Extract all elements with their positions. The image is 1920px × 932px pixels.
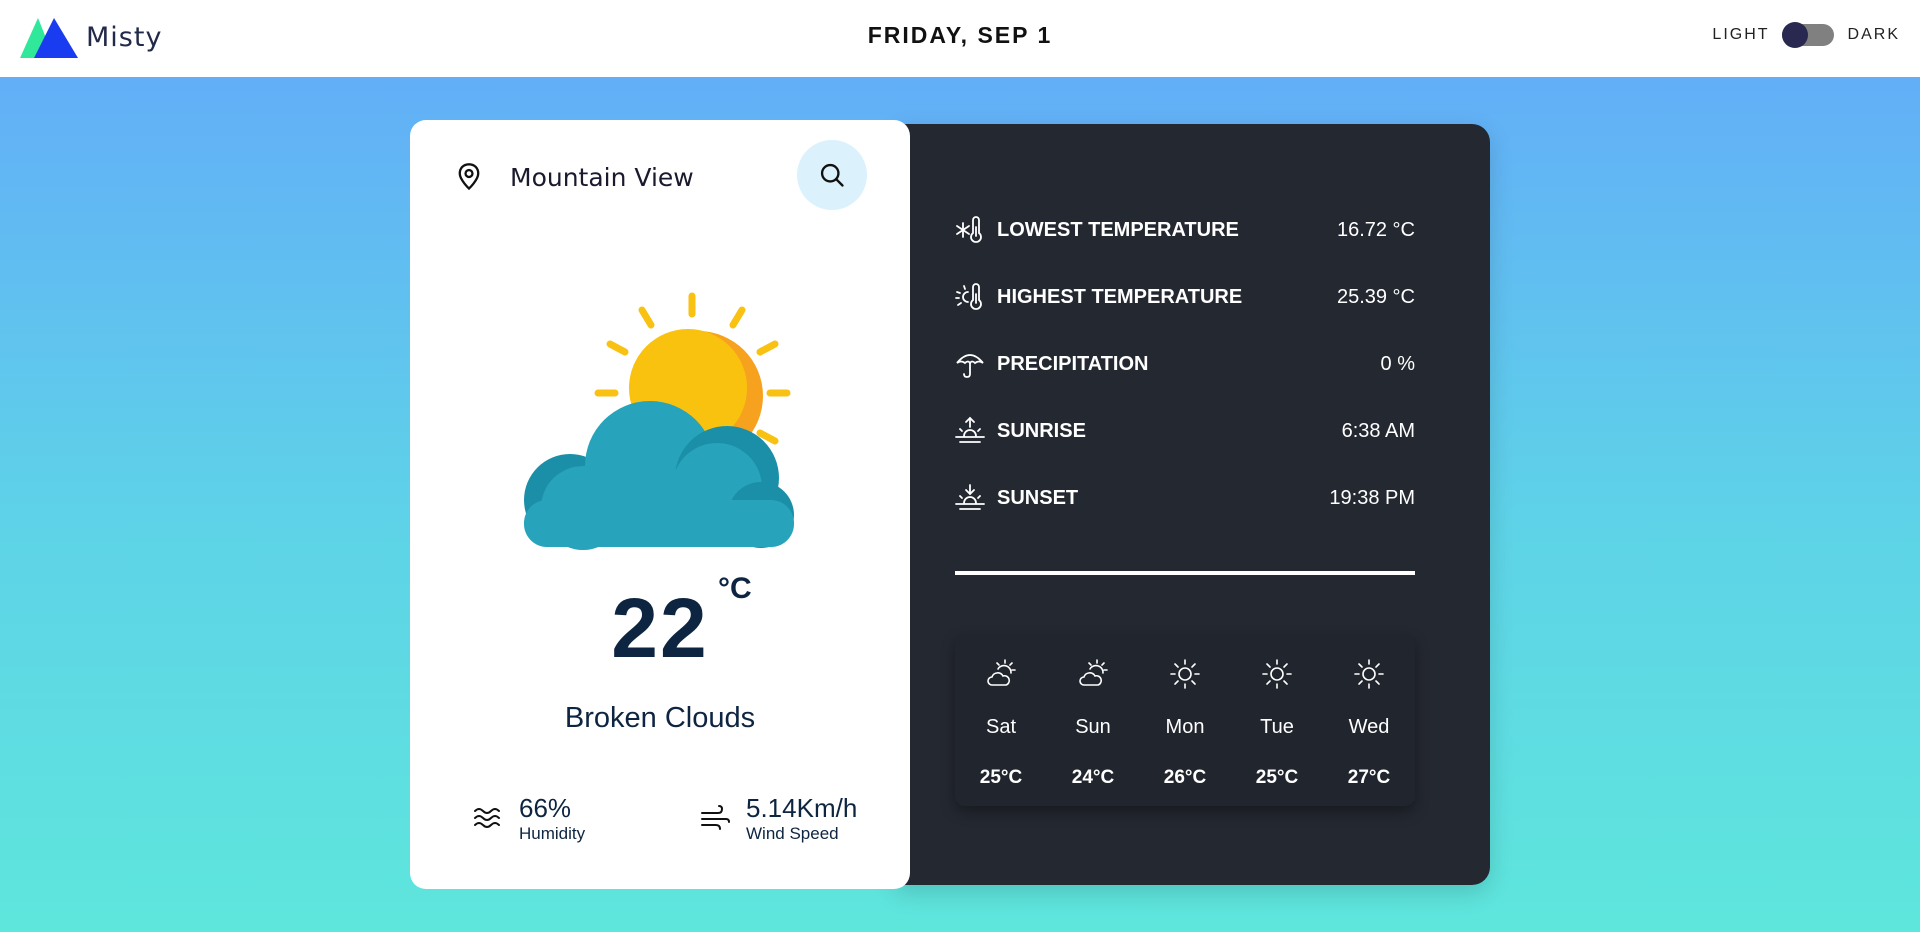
detail-row-sunrise: SUNRISE 6:38 AM bbox=[955, 411, 1415, 451]
forecast-day-name: Sun bbox=[1075, 716, 1111, 738]
detail-row-lowest-temp: LOWEST TEMPERATURE 16.72 °C bbox=[955, 210, 1415, 250]
search-input[interactable] bbox=[510, 158, 810, 196]
theme-dark-label: DARK bbox=[1847, 26, 1900, 43]
forecast-day: Wed 27°C bbox=[1323, 634, 1415, 806]
detail-row-sunset: SUNSET 19:38 PM bbox=[955, 478, 1415, 518]
current-weather-card: 22 °C Broken Clouds 66% Humidity 5.14Km/… bbox=[410, 120, 910, 889]
forecast-strip: Sat 25°C Sun 24°C Mon 26°C Tue 25°C Wed … bbox=[955, 634, 1415, 806]
forecast-day: Sun 24°C bbox=[1047, 634, 1139, 806]
top-bar: Misty FRIDAY, SEP 1 LIGHT DARK bbox=[0, 0, 1920, 77]
map-pin-icon bbox=[458, 163, 480, 191]
cloud-sun-icon bbox=[1079, 659, 1108, 686]
sun-icon bbox=[1354, 659, 1384, 689]
forecast-day-name: Mon bbox=[1165, 716, 1205, 738]
detail-label: SUNRISE bbox=[997, 419, 1086, 442]
sunset-icon bbox=[955, 484, 985, 510]
wind-stat: 5.14Km/h Wind Speed bbox=[700, 793, 857, 845]
detail-row-highest-temp: HIGHEST TEMPERATURE 25.39 °C bbox=[955, 277, 1415, 317]
search-bar bbox=[455, 140, 875, 210]
theme-toggle[interactable] bbox=[1781, 22, 1834, 48]
forecast-day: Tue 25°C bbox=[1231, 634, 1323, 806]
waves-icon bbox=[474, 808, 500, 828]
theme-switcher: LIGHT DARK bbox=[1712, 22, 1900, 48]
weather-condition: Broken Clouds bbox=[564, 702, 756, 734]
current-date: FRIDAY, SEP 1 bbox=[867, 22, 1053, 48]
detail-value: 19:38 PM bbox=[1329, 486, 1415, 509]
forecast-day-temp: 24°C bbox=[1071, 767, 1115, 788]
detail-label: PRECIPITATION bbox=[997, 352, 1149, 375]
wind-speed-label: Wind Speed bbox=[746, 824, 839, 843]
weather-details-panel: LOWEST TEMPERATURE 16.72 °C HIGHEST TEMP… bbox=[895, 124, 1490, 885]
forecast-day-temp: 27°C bbox=[1347, 767, 1391, 788]
forecast-day: Sat 25°C bbox=[955, 634, 1047, 806]
search-button[interactable] bbox=[797, 140, 867, 210]
forecast-day-temp: 25°C bbox=[1255, 767, 1299, 788]
sun-icon bbox=[1262, 659, 1292, 689]
forecast-day-name: Sat bbox=[985, 716, 1017, 738]
detail-value: 6:38 AM bbox=[1341, 419, 1415, 442]
theme-light-label: LIGHT bbox=[1712, 26, 1770, 43]
section-divider bbox=[955, 571, 1415, 575]
current-temperature: 22 bbox=[611, 581, 709, 675]
detail-value: 25.39 °C bbox=[1336, 285, 1415, 308]
sunrise-icon bbox=[955, 416, 985, 443]
detail-label: SUNSET bbox=[997, 486, 1079, 509]
forecast-day-name: Wed bbox=[1348, 716, 1390, 738]
wind-speed-value: 5.14Km/h bbox=[746, 793, 858, 823]
humidity-stat: 66% Humidity bbox=[473, 793, 585, 845]
detail-row-precipitation: PRECIPITATION 0 % bbox=[955, 344, 1415, 384]
detail-label: LOWEST TEMPERATURE bbox=[997, 218, 1239, 241]
search-icon bbox=[820, 163, 844, 187]
thermometer-sun-icon bbox=[955, 283, 982, 310]
cloud-sun-icon bbox=[987, 659, 1016, 686]
umbrella-icon bbox=[956, 354, 984, 378]
sun-icon bbox=[1170, 659, 1200, 689]
detail-label: HIGHEST TEMPERATURE bbox=[997, 285, 1243, 308]
forecast-day-temp: 25°C bbox=[979, 767, 1023, 788]
detail-value: 0 % bbox=[1380, 352, 1415, 375]
wind-icon bbox=[701, 805, 730, 830]
forecast-day-temp: 26°C bbox=[1163, 767, 1207, 788]
sun-cloud-icon bbox=[524, 292, 794, 550]
temperature-unit: °C bbox=[718, 572, 752, 605]
detail-value: 16.72 °C bbox=[1336, 218, 1415, 241]
theme-toggle-knob[interactable] bbox=[1781, 22, 1808, 48]
humidity-value: 66% bbox=[519, 793, 572, 823]
thermometer-snow-icon bbox=[956, 216, 982, 243]
forecast-day: Mon 26°C bbox=[1139, 634, 1231, 806]
humidity-label: Humidity bbox=[519, 824, 586, 843]
forecast-day-name: Tue bbox=[1260, 716, 1294, 738]
